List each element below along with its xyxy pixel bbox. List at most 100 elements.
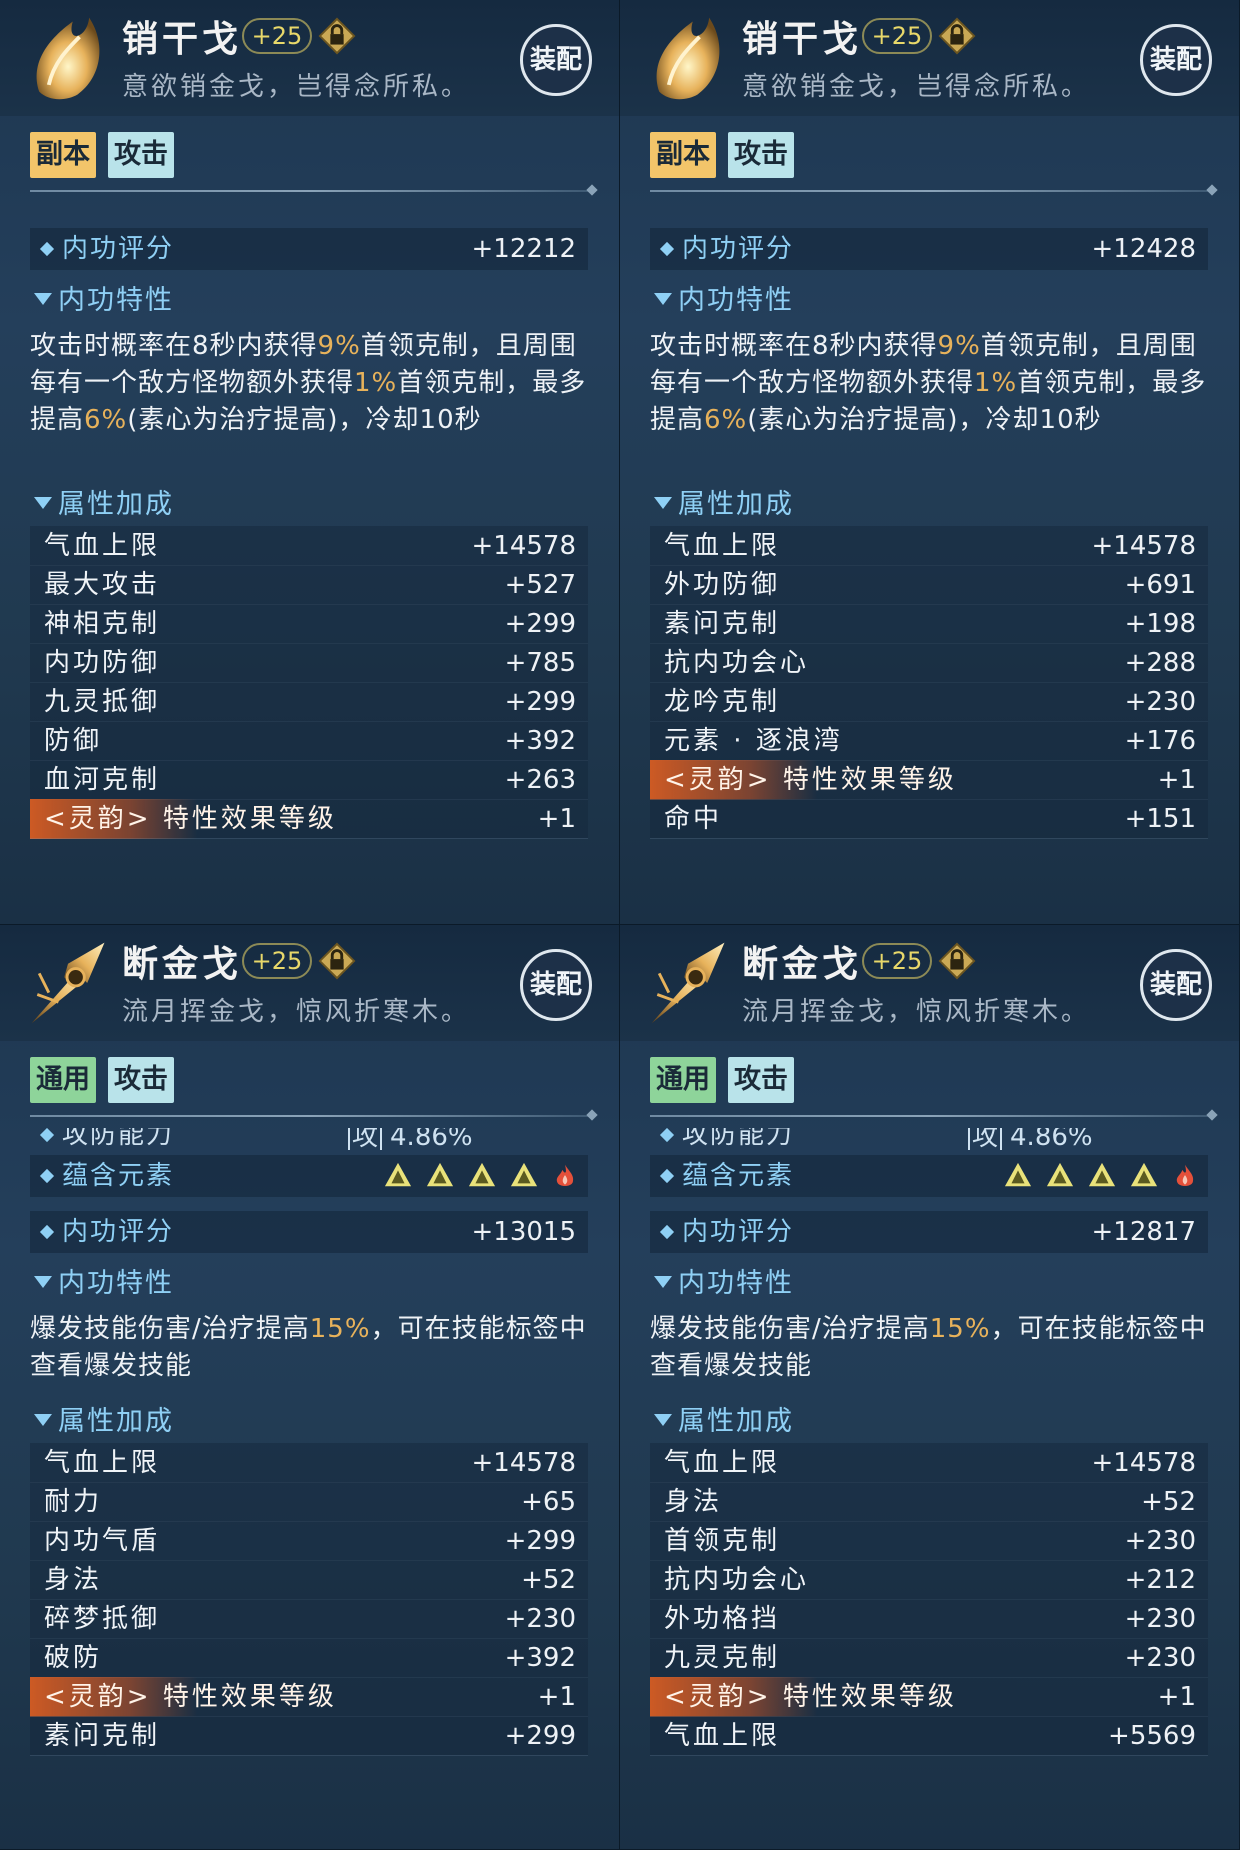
stat-row: 气血上限 +14578: [30, 526, 588, 566]
stat-row: 气血上限 +14578: [650, 1443, 1208, 1483]
trait-section-heading[interactable]: 内功特性: [654, 278, 794, 317]
trait-highlight-value: 1%: [974, 368, 1018, 398]
stat-row: 素问克制 +198: [650, 604, 1208, 644]
enhance-level-badge: +25: [242, 18, 312, 54]
attribute-section-heading[interactable]: 属性加成: [654, 1399, 794, 1438]
attribute-section-heading[interactable]: 属性加成: [654, 482, 794, 521]
stat-value: +392: [504, 1643, 576, 1673]
fire-element-icon: [538, 1164, 578, 1197]
attack-tag: 攻击: [108, 132, 174, 178]
equipment-panel: 断金戈 +25 流月挥金戈，惊风折寒木。 装配 通用 攻击 攻防能力 攻 4.86% 蕴含元素 内功…: [620, 925, 1240, 1850]
lock-icon[interactable]: [938, 17, 976, 55]
bullet-diamond-icon: [659, 1168, 675, 1184]
equipment-panel: 断金戈 +25 流月挥金戈，惊风折寒木。 装配 通用 攻击 攻防能力 攻 4.86% 蕴含元素 内功…: [0, 925, 620, 1850]
triangle-element-icon: [1032, 1162, 1074, 1197]
header-divider: [650, 190, 1210, 192]
stat-value: +263: [504, 765, 576, 795]
trait-heading-label: 内功特性: [678, 1268, 794, 1299]
stat-value: +1: [537, 804, 576, 834]
attack-defense-value: 攻 4.86%: [968, 1128, 1093, 1150]
stat-label: 气血上限: [664, 1721, 781, 1751]
equip-button[interactable]: 装配: [520, 24, 592, 96]
inner-score-label: 内功评分: [682, 234, 795, 264]
triangle-element-icon: [370, 1162, 412, 1197]
element-icons: [370, 1161, 578, 1191]
trait-description: 爆发技能伤害/治疗提高15%，可在技能标签中查看爆发技能: [650, 1311, 1220, 1385]
attribute-section-heading[interactable]: 属性加成: [34, 1399, 174, 1438]
trait-highlight-value: 9%: [317, 331, 361, 361]
trait-section-heading[interactable]: 内功特性: [654, 1261, 794, 1300]
stat-label: 身法: [664, 1487, 723, 1517]
trait-section-heading[interactable]: 内功特性: [34, 1261, 174, 1300]
trait-section-heading[interactable]: 内功特性: [34, 278, 174, 317]
stat-label: 神相克制: [44, 609, 161, 639]
header-divider: [30, 1115, 590, 1117]
equipment-panel: 销干戈 +25 意欲销金戈，岂得念所私。 装配 副本 攻击 内功评分 +12428 内功特性 攻击…: [620, 0, 1240, 925]
weapon-tagline: 意欲销金戈，岂得念所私。: [122, 72, 471, 102]
stat-value: +230: [1124, 1526, 1196, 1556]
attack-defense-percent: 4.86%: [1010, 1128, 1093, 1150]
stat-value: +176: [1124, 726, 1196, 756]
category-tag: 通用: [650, 1057, 716, 1103]
stat-row: 外功格挡 +230: [650, 1599, 1208, 1639]
bullet-diamond-icon: [39, 241, 55, 257]
attack-tag: 攻击: [728, 132, 794, 178]
stat-value: +230: [1124, 1604, 1196, 1634]
bullet-diamond-icon: [39, 1128, 55, 1143]
trait-text: 爆发技能伤害/治疗提高: [650, 1314, 930, 1344]
stat-row: 元素 · 逐浪湾 +176: [650, 721, 1208, 761]
enhance-level-badge: +25: [862, 18, 932, 54]
stat-value: +785: [504, 648, 576, 678]
attack-defense-label: 攻防能力: [682, 1128, 795, 1150]
stat-value: +299: [504, 1526, 576, 1556]
equipment-panel: 销干戈 +25 意欲销金戈，岂得念所私。 装配 副本 攻击 内功评分 +12212 内功特性 攻击…: [0, 0, 620, 925]
trait-highlight-value: 6%: [84, 405, 128, 435]
trait-highlight-value: 15%: [929, 1314, 991, 1344]
attribute-heading-label: 属性加成: [58, 1406, 174, 1437]
collapse-arrow-icon: [34, 497, 52, 509]
collapse-arrow-icon: [654, 1276, 672, 1288]
weapon-name: 断金戈: [742, 944, 863, 985]
lock-icon[interactable]: [318, 17, 356, 55]
stat-row: 外功防御 +691: [650, 565, 1208, 605]
stat-row: 素问克制 +299: [30, 1716, 588, 1756]
elements-label: 蕴含元素: [62, 1161, 175, 1191]
inner-score-row: 内功评分 +12212: [30, 228, 588, 270]
stat-label: 九灵抵御: [44, 687, 161, 717]
elements-row: 蕴含元素: [650, 1155, 1208, 1197]
lock-icon[interactable]: [318, 942, 356, 980]
attack-defense-row: 攻防能力 攻 4.86%: [650, 1128, 1208, 1150]
attribute-section-heading[interactable]: 属性加成: [34, 482, 174, 521]
category-tag: 通用: [30, 1057, 96, 1103]
inner-score-row: 内功评分 +13015: [30, 1211, 588, 1253]
category-tag: 副本: [30, 132, 96, 178]
enhance-level-badge: +25: [862, 943, 932, 979]
stat-row: 神相克制 +299: [30, 604, 588, 644]
equip-button[interactable]: 装配: [520, 949, 592, 1021]
stat-value: +299: [504, 609, 576, 639]
stat-label: 抗内功会心: [664, 1565, 810, 1595]
inner-score-value: +13015: [471, 1217, 577, 1247]
equipment-header: 销干戈 +25 意欲销金戈，岂得念所私。 装配: [0, 0, 619, 116]
stat-label: 破防: [44, 1643, 103, 1673]
attack-defense-label: 攻防能力: [62, 1128, 175, 1150]
stat-label: 身法: [44, 1565, 103, 1595]
bullet-diamond-icon: [39, 1224, 55, 1240]
trait-description: 攻击时概率在8秒内获得9%首领克制，且周围每有一个敌方怪物额外获得1%首领克制，…: [650, 328, 1220, 439]
triangle-element-icon: [412, 1162, 454, 1197]
inner-score-label: 内功评分: [682, 1217, 795, 1247]
equip-button[interactable]: 装配: [1140, 949, 1212, 1021]
equip-button[interactable]: 装配: [1140, 24, 1212, 96]
inner-score-value: +12212: [471, 234, 577, 264]
weapon-name: 销干戈: [122, 19, 243, 60]
equipment-header: 断金戈 +25 流月挥金戈，惊风折寒木。 装配: [0, 925, 619, 1041]
weapon-tagline: 意欲销金戈，岂得念所私。: [742, 72, 1091, 102]
lock-icon[interactable]: [938, 942, 976, 980]
stat-label: 碎梦抵御: [44, 1604, 161, 1634]
bullet-diamond-icon: [659, 1224, 675, 1240]
stat-label: 内功防御: [44, 648, 161, 678]
stat-label: 血河克制: [44, 765, 161, 795]
attack-defense-box: 攻: [348, 1128, 383, 1150]
stat-row: 抗内功会心 +288: [650, 643, 1208, 683]
attribute-heading-label: 属性加成: [678, 1406, 794, 1437]
